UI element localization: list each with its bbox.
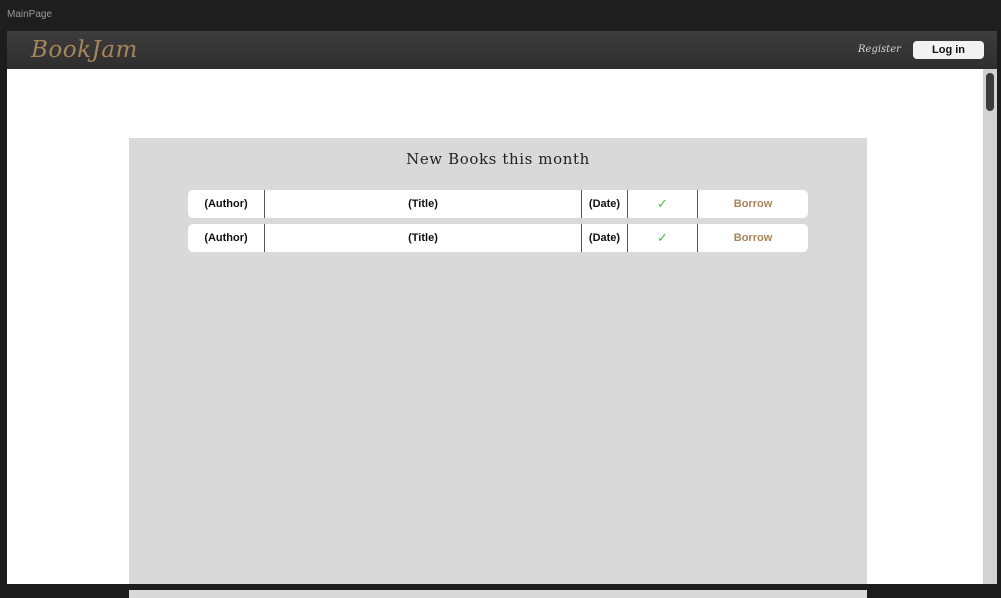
book-author: (Author) [188,190,265,218]
book-date: (Date) [582,224,628,252]
book-title: (Title) [265,190,582,218]
check-icon: ✓ [628,190,698,218]
new-books-panel: New Books this month (Author) (Title) (D… [129,138,867,598]
brand-logo[interactable]: BookJam [31,37,138,63]
borrow-button[interactable]: Borrow [698,224,808,252]
book-author: (Author) [188,224,265,252]
book-row: (Author) (Title) (Date) ✓ Borrow [188,190,808,218]
window-title: MainPage [7,9,53,20]
login-button[interactable]: Log in [913,41,984,59]
window-titlebar: MainPage [0,0,1001,31]
check-icon: ✓ [628,224,698,252]
app-window: MainPage BookJam Register Log in New Boo… [0,0,1001,598]
app-header: BookJam Register Log in [7,31,997,69]
book-title: (Title) [265,224,582,252]
book-row: (Author) (Title) (Date) ✓ Borrow [188,224,808,252]
vertical-scrollbar[interactable] [983,69,997,584]
window-bottom-border [0,584,1001,590]
borrow-button[interactable]: Borrow [698,190,808,218]
register-link[interactable]: Register [858,44,901,55]
section-title: New Books this month [406,150,590,168]
scrollbar-thumb[interactable] [986,73,994,111]
book-date: (Date) [582,190,628,218]
